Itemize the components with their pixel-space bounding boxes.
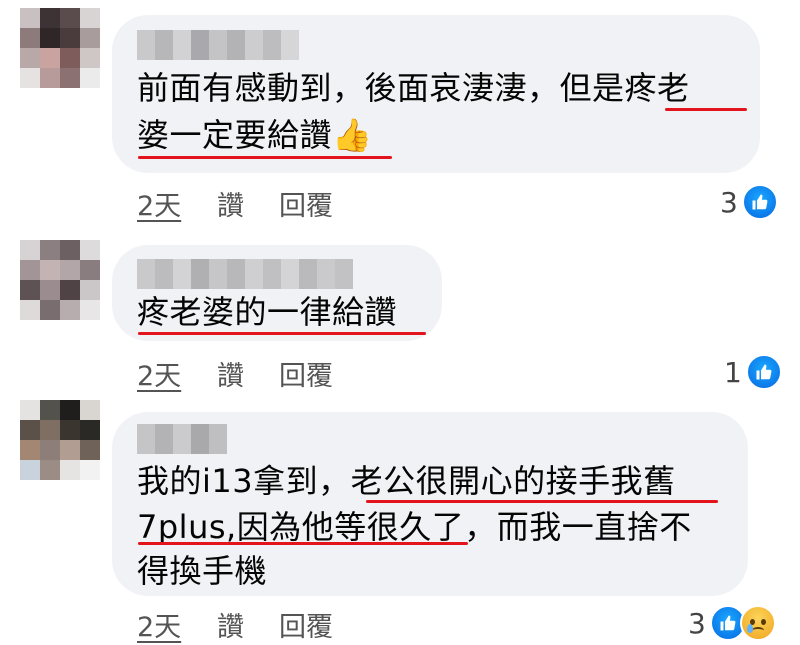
- reaction-summary[interactable]: 1: [724, 354, 782, 390]
- comment-text-line: 得換手機: [137, 552, 268, 590]
- highlight-underline: [138, 156, 392, 159]
- highlight-underline: [138, 542, 468, 545]
- sad-icon: [739, 605, 776, 641]
- like-button[interactable]: 讚: [217, 354, 244, 393]
- comment-text-line: 前面有感動到，後面哀淒淒，但是疼老: [137, 69, 690, 107]
- reaction-summary[interactable]: 3: [720, 184, 778, 220]
- reaction-count: 3: [720, 185, 738, 219]
- comment-text-line: 我的i13拿到，老公很開心的接手我舊: [137, 462, 676, 500]
- avatar[interactable]: [20, 8, 100, 88]
- timestamp-link[interactable]: 2天: [137, 184, 181, 223]
- commenter-name[interactable]: [137, 259, 353, 289]
- commenter-name[interactable]: [137, 30, 299, 60]
- reaction-summary[interactable]: 3: [688, 605, 776, 641]
- reaction-count: 3: [688, 606, 706, 640]
- comment-actions: 2天 讚 回覆: [137, 184, 397, 222]
- avatar[interactable]: [20, 400, 100, 480]
- like-icon: [741, 184, 778, 220]
- comment-actions: 2天 讚 回覆: [137, 605, 397, 643]
- avatar[interactable]: [20, 240, 100, 320]
- like-button[interactable]: 讚: [217, 605, 244, 644]
- reply-button[interactable]: 回覆: [279, 184, 333, 223]
- comment-text-line: 婆一定要給讚👍: [137, 116, 373, 154]
- like-icon: [745, 354, 782, 390]
- reply-button[interactable]: 回覆: [279, 354, 333, 393]
- reaction-count: 1: [724, 355, 742, 389]
- highlight-underline: [665, 108, 747, 111]
- commenter-name[interactable]: [137, 424, 227, 454]
- highlight-underline: [138, 332, 426, 335]
- like-button[interactable]: 讚: [217, 184, 244, 223]
- timestamp-link[interactable]: 2天: [137, 605, 181, 644]
- reply-button[interactable]: 回覆: [279, 605, 333, 644]
- highlight-underline: [366, 500, 718, 503]
- comment-actions: 2天 讚 回覆: [137, 354, 397, 392]
- comment-text-line: 疼老婆的一律給讚: [137, 293, 398, 331]
- timestamp-link[interactable]: 2天: [137, 354, 181, 393]
